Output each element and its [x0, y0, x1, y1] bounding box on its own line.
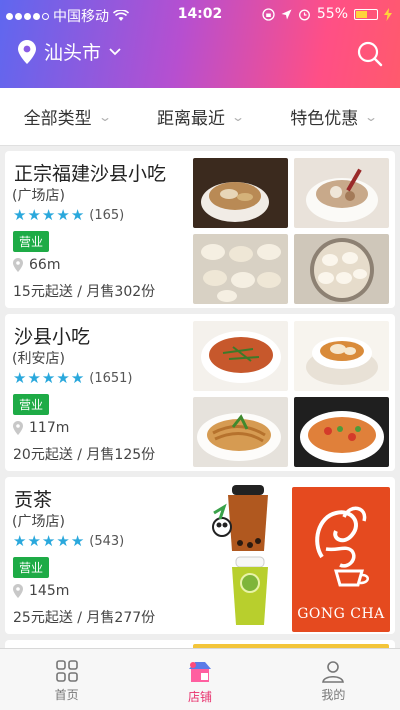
chevron-down-icon: ⌄ — [230, 109, 246, 124]
filter-label: 全部类型 — [23, 109, 92, 129]
location-arrow-icon — [281, 9, 292, 19]
rating-stars: ★ ★ ★ ★ ★ (1651) — [13, 370, 133, 386]
food-photo — [193, 158, 288, 228]
star-icon: ★ — [41, 369, 56, 387]
shop-photos — [193, 158, 389, 304]
rating-stars: ★ ★ ★ ★ ★ (165) — [13, 207, 124, 223]
shop-icon — [188, 662, 211, 682]
star-icon: ★ — [70, 532, 85, 550]
tab-label: 店铺 — [187, 690, 212, 704]
shop-name: 正宗福建沙县小吃 — [14, 163, 167, 185]
tab-profile[interactable]: 我的 — [267, 649, 400, 710]
shop-name: 沙县小吃 — [14, 326, 91, 348]
food-photo — [294, 158, 389, 228]
distance-value: 145m — [29, 583, 70, 599]
star-icon: ★ — [13, 206, 27, 224]
gongcha-brand-text: GONG CHA — [297, 606, 385, 622]
star-icon: ★ — [27, 206, 41, 224]
delivery-info: 20元起送 / 月售125份 — [13, 447, 156, 463]
food-photo — [193, 397, 288, 467]
filter-all-types[interactable]: 全部类型 ⌄ — [0, 88, 133, 145]
star-icon: ★ — [56, 206, 70, 224]
filter-label: 特色优惠 — [290, 109, 359, 129]
gongcha-logo: GONG CHA — [292, 487, 390, 632]
drink-photo — [210, 483, 280, 628]
app-header: 中国移动 14:02 55% 汕头市 — [0, 0, 400, 88]
review-count: (543) — [89, 533, 125, 549]
status-bar: 中国移动 14:02 55% — [0, 6, 400, 25]
distance: 66m — [13, 257, 60, 273]
gongcha-emblem — [315, 506, 369, 587]
shop-branch: (广场店) — [12, 188, 65, 204]
star-icon: ★ — [27, 369, 41, 387]
filter-nearest[interactable]: 距离最近 ⌄ — [133, 88, 266, 145]
filter-label: 距离最近 — [156, 109, 225, 129]
delivery-info: 25元起送 / 月售277份 — [13, 610, 156, 626]
tab-label: 首页 — [54, 688, 79, 702]
battery-icon — [354, 8, 378, 20]
chevron-down-icon — [109, 47, 121, 55]
food-photo — [193, 321, 288, 391]
star-icon: ★ — [41, 206, 56, 224]
tab-home[interactable]: 首页 — [0, 649, 133, 710]
shop-card[interactable]: 沙县小吃 (利安店) ★ ★ ★ ★ ★ (1651) 营业 117m 20元起送 / … — [5, 314, 395, 471]
location-pin-icon — [13, 584, 23, 598]
tab-label: 我的 — [321, 688, 346, 702]
filter-discounts[interactable]: 特色优惠 ⌄ — [267, 88, 400, 145]
review-count: (1651) — [89, 370, 133, 386]
city-selector[interactable]: 汕头市 — [18, 38, 121, 65]
food-photo — [294, 321, 389, 391]
shop-name: 贡茶 — [14, 489, 53, 511]
distance-value: 117m — [29, 420, 70, 436]
shop-photos — [193, 321, 389, 467]
shop-card[interactable]: 贡茶 (广场店) ★ ★ ★ ★ ★ (543) 营业 145m 25元起送 / 月售2… — [5, 477, 395, 634]
food-photo — [294, 397, 389, 467]
food-photo — [294, 234, 389, 304]
chevron-down-icon: ⌄ — [97, 109, 112, 124]
shop-card[interactable]: 正宗福建沙县小吃 (广场店) ★ ★ ★ ★ ★ (165) 营业 66m 15元起送 … — [5, 151, 395, 308]
rating-stars: ★ ★ ★ ★ ★ (543) — [13, 533, 124, 549]
star-icon: ★ — [13, 532, 27, 550]
star-icon: ★ — [13, 369, 27, 387]
rotation-lock-icon — [262, 7, 275, 21]
location-pin-icon — [13, 421, 23, 435]
distance: 145m — [13, 583, 69, 599]
star-icon: ★ — [56, 532, 70, 550]
status-badge: 营业 — [13, 394, 50, 415]
search-button[interactable] — [356, 40, 384, 68]
review-count: (165) — [89, 207, 125, 223]
city-label: 汕头市 — [44, 42, 102, 64]
location-pin-icon — [18, 39, 36, 64]
filter-bar: 全部类型 ⌄ 距离最近 ⌄ 特色优惠 ⌄ — [0, 88, 400, 146]
charging-icon — [384, 7, 392, 21]
shop-branch: (利安店) — [12, 351, 65, 367]
star-icon: ★ — [27, 532, 41, 550]
status-badge: 营业 — [13, 557, 50, 578]
battery-percent: 55% — [316, 6, 348, 22]
food-photo — [193, 234, 288, 304]
delivery-info: 15元起送 / 月售302份 — [13, 284, 156, 300]
location-pin-icon — [13, 258, 23, 272]
search-icon — [357, 41, 383, 67]
distance-value: 66m — [29, 257, 61, 273]
grid-icon — [55, 660, 78, 682]
star-icon: ★ — [70, 206, 85, 224]
alarm-icon — [298, 9, 310, 20]
chevron-down-icon: ⌄ — [364, 109, 379, 124]
status-badge: 营业 — [13, 231, 50, 252]
distance: 117m — [13, 420, 69, 436]
shop-branch: (广场店) — [12, 514, 65, 530]
star-icon: ★ — [41, 532, 56, 550]
star-icon: ★ — [56, 369, 70, 387]
star-icon: ★ — [70, 369, 85, 387]
tab-shops[interactable]: 店铺 — [133, 649, 266, 710]
user-icon — [322, 661, 345, 683]
bottom-tab-bar: 首页 店铺 我的 — [0, 648, 400, 710]
